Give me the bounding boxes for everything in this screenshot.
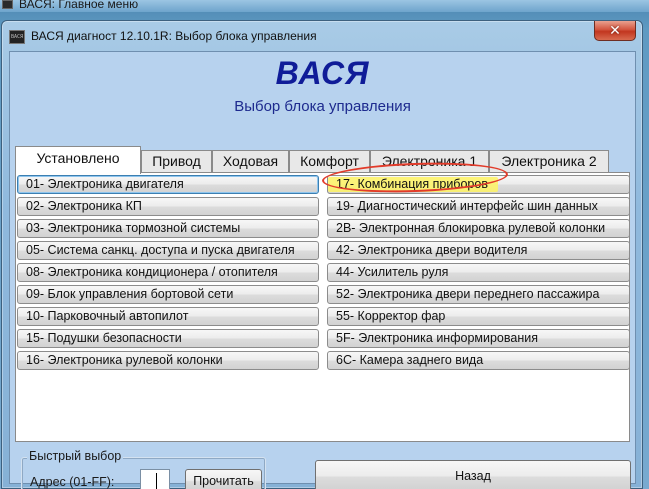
unit-label: 10- Парковочный автопилот (26, 309, 189, 323)
unit-button-15[interactable]: 15- Подушки безопасности (17, 329, 319, 348)
background-app-icon (2, 0, 13, 9)
dialog-titlebar[interactable]: ВАСЯ ВАСЯ диагност 12.10.1R: Выбор блока… (2, 21, 642, 51)
tab-bar: Установлено Привод Ходовая Комфорт Элект… (15, 146, 625, 174)
address-label: Адрес (01-FF): (30, 475, 115, 489)
page-subtitle: Выбор блока управления (234, 98, 411, 115)
unit-button-08[interactable]: 08- Электроника кондиционера / отопителя (17, 263, 319, 282)
unit-button-09[interactable]: 09- Блок управления бортовой сети (17, 285, 319, 304)
unit-label: 5F- Электроника информирования (336, 331, 538, 345)
units-panel: 01- Электроника двигателя 02- Электроник… (15, 172, 630, 442)
close-icon: ✕ (609, 22, 621, 38)
background-window-title: ВАСЯ: Главное меню (19, 0, 139, 11)
window-title: ВАСЯ диагност 12.10.1R: Выбор блока упра… (31, 29, 317, 43)
unit-label: 17- Комбинация приборов (336, 177, 488, 191)
unit-label: 42- Электроника двери водителя (336, 243, 528, 257)
unit-label: 16- Электроника рулевой колонки (26, 353, 223, 367)
unit-label: 02- Электроника КП (26, 199, 142, 213)
unit-label: 15- Подушки безопасности (26, 331, 182, 345)
unit-label: 6C- Камера заднего вида (336, 353, 484, 367)
text-caret (156, 473, 157, 489)
unit-button-6c[interactable]: 6C- Камера заднего вида (327, 351, 630, 370)
app-title: ВАСЯ (275, 55, 370, 91)
unit-label: 09- Блок управления бортовой сети (26, 287, 234, 301)
unit-label: 19- Диагностический интерфейс шин данных (336, 199, 598, 213)
address-input[interactable] (140, 469, 170, 489)
unit-label: 44- Усилитель руля (336, 265, 449, 279)
unit-button-44[interactable]: 44- Усилитель руля (327, 263, 630, 282)
read-button[interactable]: Прочитать (185, 469, 262, 489)
unit-button-52[interactable]: 52- Электроника двери переднего пассажир… (327, 285, 630, 304)
unit-button-16[interactable]: 16- Электроника рулевой колонки (17, 351, 319, 370)
unit-label: 05- Система санкц. доступа и пуска двига… (26, 243, 295, 257)
unit-label: 52- Электроника двери переднего пассажир… (336, 287, 600, 301)
close-button[interactable]: ✕ (594, 21, 636, 41)
app-icon: ВАСЯ (9, 30, 25, 44)
unit-button-01[interactable]: 01- Электроника двигателя (17, 175, 319, 194)
unit-button-05[interactable]: 05- Система санкц. доступа и пуска двига… (17, 241, 319, 260)
tab-drive[interactable]: Привод (141, 150, 212, 172)
unit-button-55[interactable]: 55- Корректор фар (327, 307, 630, 326)
unit-label: 55- Корректор фар (336, 309, 446, 323)
unit-label: 08- Электроника кондиционера / отопителя (26, 265, 278, 279)
background-titlebar: ВАСЯ: Главное меню (0, 0, 649, 12)
unit-button-2b[interactable]: 2B- Электронная блокировка рулевой колон… (327, 219, 630, 238)
unit-button-10[interactable]: 10- Парковочный автопилот (17, 307, 319, 326)
unit-button-03[interactable]: 03- Электроника тормозной системы (17, 219, 319, 238)
unit-label: 2B- Электронная блокировка рулевой колон… (336, 221, 606, 235)
unit-label: 03- Электроника тормозной системы (26, 221, 241, 235)
unit-button-5f[interactable]: 5F- Электроника информирования (327, 329, 630, 348)
unit-button-19[interactable]: 19- Диагностический интерфейс шин данных (327, 197, 630, 216)
quick-select-legend: Быстрый выбор (27, 449, 124, 463)
unit-label: 01- Электроника двигателя (26, 177, 184, 191)
tab-electronics-1[interactable]: Электроника 1 (370, 150, 489, 172)
back-button[interactable]: Назад (315, 460, 631, 489)
tab-comfort[interactable]: Комфорт (289, 150, 370, 172)
unit-button-17[interactable]: 17- Комбинация приборов (327, 175, 630, 194)
dialog-content: ВАСЯ Выбор блока управления Установлено … (9, 51, 636, 489)
tab-installed[interactable]: Установлено (15, 146, 141, 174)
unit-button-02[interactable]: 02- Электроника КП (17, 197, 319, 216)
tab-chassis[interactable]: Ходовая (212, 150, 289, 172)
quick-select-group: Быстрый выбор Адрес (01-FF): Прочитать (21, 449, 266, 489)
unit-button-42[interactable]: 42- Электроника двери водителя (327, 241, 630, 260)
unit-select-dialog: ВАСЯ ВАСЯ диагност 12.10.1R: Выбор блока… (1, 20, 643, 489)
tab-electronics-2[interactable]: Электроника 2 (489, 150, 609, 172)
